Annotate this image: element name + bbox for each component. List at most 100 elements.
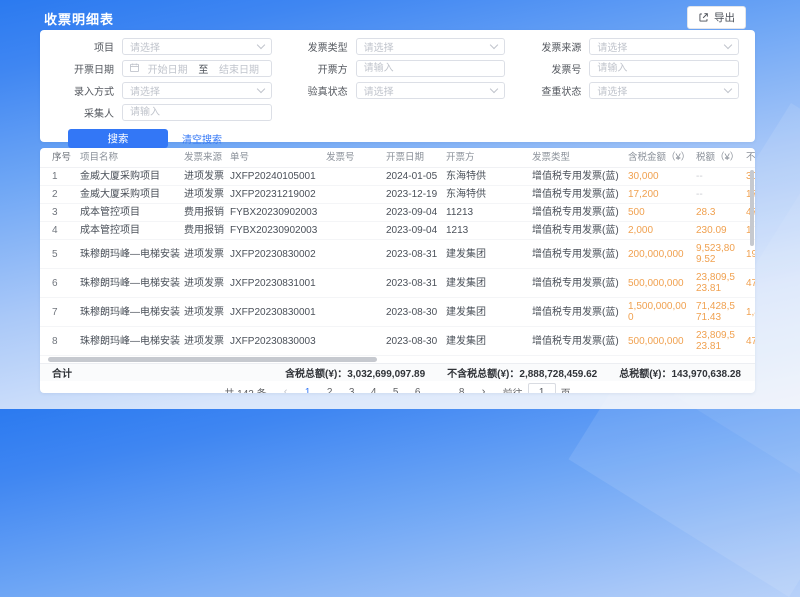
cell-invoice-no (322, 222, 382, 239)
cell-bill-date: 2023-08-31 (382, 269, 442, 297)
cell-invoice-type: 增值税专用发票(蓝) (528, 240, 624, 268)
cell-invoice-source: 进项发票 (180, 298, 226, 326)
cell-invoice-no (322, 168, 382, 185)
cell-bill-date: 2023-08-30 (382, 298, 442, 326)
cell-order-no: JXFP20230831001 (226, 269, 322, 297)
issuer-input[interactable] (356, 60, 506, 77)
cell-order-no: JXFP20230830003 (226, 327, 322, 355)
chevron-down-icon (724, 41, 732, 49)
cell-amount-with-tax: 30,000 (624, 168, 692, 185)
search-button[interactable]: 搜索 (68, 129, 168, 148)
collector-input[interactable] (122, 104, 272, 121)
cell-invoice-no (322, 298, 382, 326)
end-date-placeholder: 结束日期 (214, 61, 263, 76)
cell-invoice-type: 增值税专用发票(蓝) (528, 298, 624, 326)
project-select[interactable]: 请选择 (122, 38, 272, 55)
clear-search-link[interactable]: 清空搜索 (182, 131, 222, 146)
page-title: 收票明细表 (44, 9, 114, 28)
cell-amount-with-tax: 17,200 (624, 186, 692, 203)
table-row[interactable]: 4成本管控项目费用报销FYBX202309020032023-09-041213… (40, 222, 755, 240)
filter-label: 查重状态 (523, 83, 581, 98)
cell-seq: 8 (48, 327, 76, 355)
cell-order-no: FYBX20230902003 (226, 222, 322, 239)
filter-label: 发票来源 (523, 39, 581, 54)
summary-total-0: 含税总额(¥)：3,032,699,097.89 (285, 365, 425, 380)
cell-order-no: JXFP20231219002 (226, 186, 322, 203)
filter-label: 录入方式 (56, 83, 114, 98)
entry-method-select[interactable]: 请选择 (122, 82, 272, 99)
invoice-source-select[interactable]: 请选择 (589, 38, 739, 55)
invoice-table: 序号项目名称发票来源单号发票号开票日期开票方发票类型含税金额（¥）税额（¥）不含… (40, 148, 755, 356)
col-header-issuer: 开票方 (442, 148, 528, 167)
filter-field-dup-check-status: 查重状态 请选择 (523, 82, 739, 99)
cell-bill-date: 2024-01-05 (382, 168, 442, 185)
summary-totals: 含税总额(¥)：3,032,699,097.89不含税总额(¥)：2,888,7… (285, 365, 741, 380)
table-row[interactable]: 8珠穆朗玛峰—电梯安装进项发票JXFP202308300032023-08-30… (40, 327, 755, 356)
chevron-down-icon (256, 41, 264, 49)
dup-check-status-select[interactable]: 请选择 (589, 82, 739, 99)
cell-tax: 230.09 (692, 222, 742, 239)
cell-project-name: 金威大厦采购项目 (76, 186, 180, 203)
table-header-row: 序号项目名称发票来源单号发票号开票日期开票方发票类型含税金额（¥）税额（¥）不含 (40, 148, 755, 168)
invoice-no-input[interactable] (589, 60, 739, 77)
filter-label: 验真状态 (290, 83, 348, 98)
chevron-down-icon (724, 85, 732, 93)
table-row[interactable]: 6珠穆朗玛峰—电梯安装进项发票JXFP202308310012023-08-31… (40, 269, 755, 298)
page-button-8[interactable]: 8 (456, 387, 468, 394)
invoice-type-select[interactable]: 请选择 (356, 38, 506, 55)
page-button-2[interactable]: 2 (324, 387, 336, 394)
select-placeholder: 请选择 (130, 83, 160, 98)
cell-issuer: 建发集团 (442, 269, 528, 297)
export-button[interactable]: 导出 (687, 6, 746, 29)
cell-bill-date: 2023-08-30 (382, 327, 442, 355)
select-placeholder: 请选择 (130, 39, 160, 54)
horizontal-scrollbar-track (40, 356, 755, 363)
page-button-6[interactable]: 6 (412, 387, 424, 394)
select-placeholder: 请选择 (364, 83, 394, 98)
cell-seq: 4 (48, 222, 76, 239)
cell-invoice-type: 增值税专用发票(蓝) (528, 204, 624, 221)
cell-project-name: 金威大厦采购项目 (76, 168, 180, 185)
verify-status-select[interactable]: 请选择 (356, 82, 506, 99)
filter-field-invoice-type: 发票类型 请选择 (290, 38, 506, 55)
page-button-5[interactable]: 5 (390, 387, 402, 394)
filter-label: 开票日期 (56, 61, 114, 76)
cell-order-no: JXFP20230830001 (226, 298, 322, 326)
cell-invoice-type: 增值税专用发票(蓝) (528, 186, 624, 203)
table-row[interactable]: 5珠穆朗玛峰—电梯安装进项发票JXFP202308300022023-08-31… (40, 240, 755, 269)
table-row[interactable]: 2金威大厦采购项目进项发票JXFP202312190022023-12-19东海… (40, 186, 755, 204)
col-header-order-no: 单号 (226, 148, 322, 167)
page-jump-input[interactable] (528, 383, 556, 394)
cell-project-name: 珠穆朗玛峰—电梯安装 (76, 327, 180, 355)
cell-invoice-source: 费用报销 (180, 204, 226, 221)
prev-page-button[interactable]: ‹ (279, 386, 293, 393)
page-ellipsis[interactable]: ... (434, 387, 446, 394)
filter-label: 项目 (56, 39, 114, 54)
filter-field-verify-status: 验真状态 请选择 (290, 82, 506, 99)
jump-suffix: 页 (561, 385, 571, 394)
date-range-separator: 至 (198, 61, 208, 76)
filter-field-invoice-no: 发票号 (523, 60, 739, 77)
table-row[interactable]: 1金威大厦采购项目进项发票JXFP202401050012024-01-05东海… (40, 168, 755, 186)
horizontal-scrollbar[interactable] (48, 357, 377, 362)
cell-seq: 2 (48, 186, 76, 203)
cell-issuer: 建发集团 (442, 327, 528, 355)
cell-issuer: 11213 (442, 204, 528, 221)
select-placeholder: 请选择 (597, 39, 627, 54)
cell-amount-with-tax: 200,000,000 (624, 240, 692, 268)
page-button-3[interactable]: 3 (346, 387, 358, 394)
cell-invoice-source: 进项发票 (180, 269, 226, 297)
next-page-button[interactable]: › (477, 386, 491, 393)
cell-seq: 7 (48, 298, 76, 326)
table-row[interactable]: 7珠穆朗玛峰—电梯安装进项发票JXFP202308300012023-08-30… (40, 298, 755, 327)
cell-tax: 9,523,809.52 (692, 240, 742, 268)
vertical-scrollbar[interactable] (750, 170, 754, 246)
cell-invoice-no (322, 269, 382, 297)
summary-total-2: 总税额(¥)：143,970,638.28 (619, 365, 741, 380)
col-header-invoice-type: 发票类型 (528, 148, 624, 167)
page-button-4[interactable]: 4 (368, 387, 380, 394)
cell-bill-date: 2023-09-04 (382, 204, 442, 221)
page-button-1[interactable]: 1 (302, 387, 314, 394)
table-row[interactable]: 3成本管控项目费用报销FYBX202309020032023-09-041121… (40, 204, 755, 222)
bill-date-range-picker[interactable]: 开始日期 至 结束日期 (122, 60, 272, 77)
